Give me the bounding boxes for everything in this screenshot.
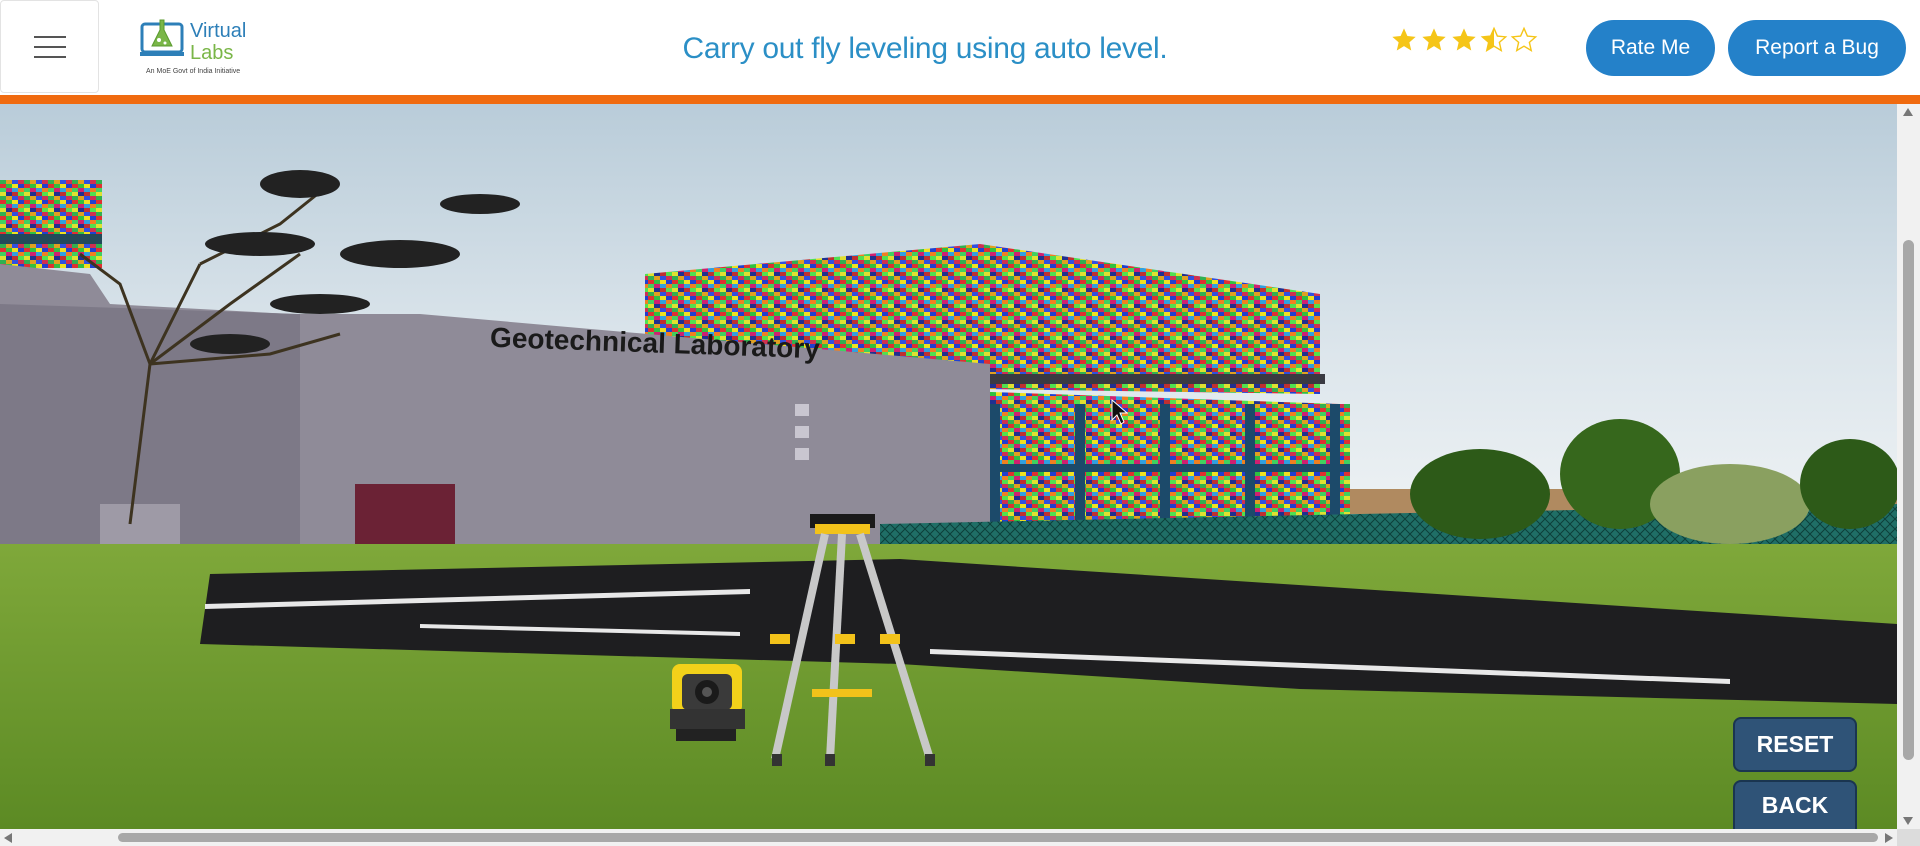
- vertical-scrollbar[interactable]: [1897, 104, 1920, 829]
- logo-text-virtual: Virtual: [190, 20, 247, 42]
- scrollbar-corner: [1897, 829, 1920, 846]
- report-bug-button[interactable]: Report a Bug: [1728, 20, 1906, 76]
- star-full-icon[interactable]: [1420, 26, 1448, 54]
- horizontal-scroll-thumb[interactable]: [118, 833, 1878, 842]
- menu-line: [33, 55, 66, 58]
- header-accent-bar: [0, 95, 1920, 104]
- rate-me-button[interactable]: Rate Me: [1586, 20, 1715, 76]
- menu-line: [33, 45, 66, 48]
- star-empty-icon[interactable]: [1510, 26, 1538, 54]
- rating-stars[interactable]: [1390, 26, 1538, 54]
- horizontal-scrollbar[interactable]: [0, 829, 1897, 846]
- scroll-down-arrow-icon[interactable]: [1903, 817, 1913, 825]
- page-title: Carry out fly leveling using auto level.: [682, 32, 1168, 65]
- logo-text-labs: Labs: [190, 42, 234, 64]
- left-mosaic-building: [0, 180, 102, 268]
- virtual-labs-logo[interactable]: Virtual Labs An MoE Govt of India Initia…: [138, 16, 258, 80]
- hamburger-menu-icon[interactable]: [0, 0, 99, 93]
- scene-canvas[interactable]: Geotechnical Laboratory: [0, 104, 1897, 829]
- header: Virtual Labs An MoE Govt of India Initia…: [0, 0, 1920, 95]
- star-half-icon[interactable]: [1480, 26, 1508, 54]
- scroll-right-arrow-icon[interactable]: [1885, 833, 1893, 843]
- back-button[interactable]: BACK: [1733, 780, 1857, 829]
- scroll-left-arrow-icon[interactable]: [4, 833, 12, 843]
- vertical-scroll-thumb[interactable]: [1903, 240, 1914, 760]
- logo-tagline: An MoE Govt of India Initiative: [146, 68, 241, 75]
- menu-line: [33, 35, 66, 38]
- auto-level-instrument[interactable]: [670, 664, 745, 741]
- simulation-viewport[interactable]: Geotechnical Laboratory: [0, 104, 1897, 829]
- star-full-icon[interactable]: [1450, 26, 1478, 54]
- logo-icon: [140, 19, 184, 56]
- reset-button[interactable]: RESET: [1733, 717, 1857, 772]
- scroll-up-arrow-icon[interactable]: [1903, 108, 1913, 116]
- star-full-icon[interactable]: [1390, 26, 1418, 54]
